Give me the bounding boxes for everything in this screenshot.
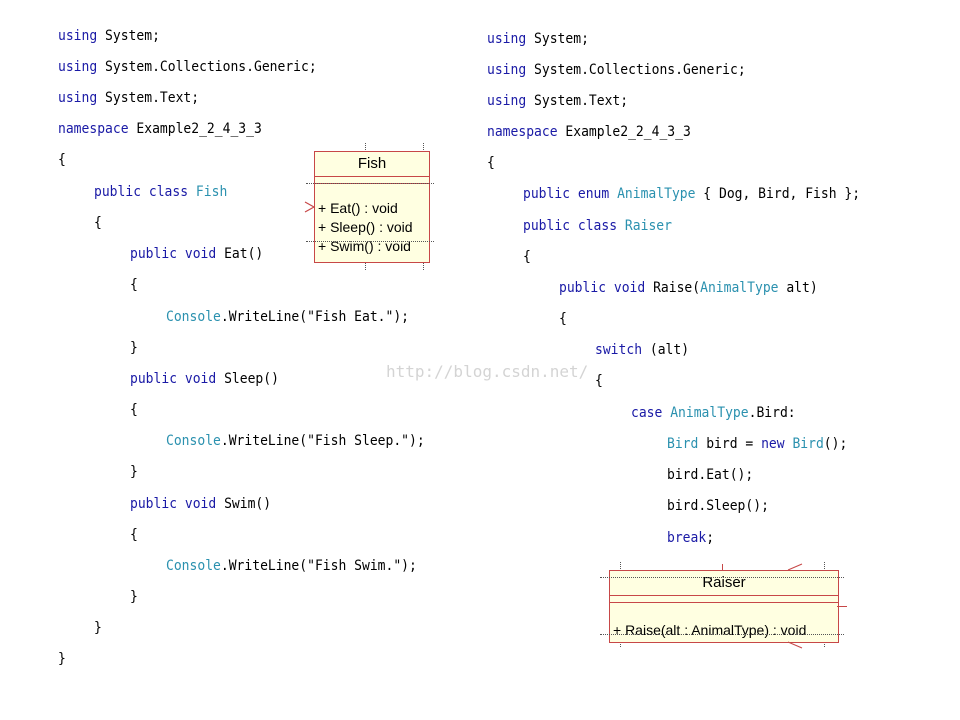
code-line: bird.Eat();: [667, 467, 754, 483]
uml-guide-line: [600, 577, 844, 578]
code-line: public void Swim(): [130, 496, 272, 512]
code-line: {: [487, 155, 495, 171]
code-line: }: [130, 589, 138, 605]
code-line: Console.WriteLine("Fish Swim.");: [166, 558, 417, 574]
code-line: {: [559, 311, 567, 327]
code-line: public class Raiser: [523, 218, 672, 234]
code-line: }: [130, 464, 138, 480]
watermark: http://blog.csdn.net/: [386, 362, 589, 381]
code-line: Console.WriteLine("Fish Sleep.");: [166, 433, 425, 449]
code-line: Bird bird = new Bird();: [667, 436, 848, 452]
code-line: using System.Text;: [487, 93, 629, 109]
code-line: {: [130, 277, 138, 293]
code-line: }: [58, 651, 66, 667]
uml-operation: + Eat() : void: [318, 200, 398, 216]
uml-guide-line: [306, 241, 434, 242]
code-line: using System;: [487, 31, 589, 47]
code-line: {: [130, 402, 138, 418]
fish-uml-class[interactable]: Fish + Eat() : void + Sleep() : void + S…: [314, 151, 430, 263]
code-line: namespace Example2_2_4_3_3: [487, 124, 691, 140]
uml-guide-line: [306, 183, 434, 184]
code-line: using System.Collections.Generic;: [487, 62, 746, 78]
code-line: public void Raise(AnimalType alt): [559, 280, 818, 296]
uml-operation: + Sleep() : void: [318, 219, 413, 235]
code-line: {: [130, 527, 138, 543]
code-line: {: [94, 215, 102, 231]
connector-arrow-icon: [304, 201, 316, 213]
code-line: bird.Sleep();: [667, 498, 769, 514]
uml-operation: + Swim() : void: [318, 238, 411, 254]
code-line: using System.Collections.Generic;: [58, 59, 317, 75]
code-line: {: [595, 373, 603, 389]
code-line: public void Eat(): [130, 246, 264, 262]
uml-class-title: Fish: [315, 152, 429, 177]
code-line: {: [58, 152, 66, 168]
code-line: Console.WriteLine("Fish Eat.");: [166, 309, 410, 325]
connector-line: [837, 606, 847, 607]
code-line: public void Sleep(): [130, 371, 279, 387]
code-line: using System.Text;: [58, 90, 200, 106]
uml-operations-section: + Eat() : void + Sleep() : void + Swim()…: [315, 184, 429, 256]
code-line: using System;: [58, 28, 160, 44]
code-line: {: [523, 249, 531, 265]
connector-line: [722, 564, 723, 570]
code-line: public enum AnimalType { Dog, Bird, Fish…: [523, 186, 861, 202]
code-line: }: [94, 620, 102, 636]
code-line: namespace Example2_2_4_3_3: [58, 121, 262, 137]
code-line: break;: [667, 530, 715, 546]
code-line: case AnimalType.Bird:: [631, 405, 796, 421]
code-line: }: [130, 340, 138, 356]
connector-arrow-icon: [787, 563, 803, 649]
uml-guide-line: [600, 634, 844, 635]
code-line: public class Fish: [94, 184, 228, 200]
code-line: switch (alt): [595, 342, 690, 358]
